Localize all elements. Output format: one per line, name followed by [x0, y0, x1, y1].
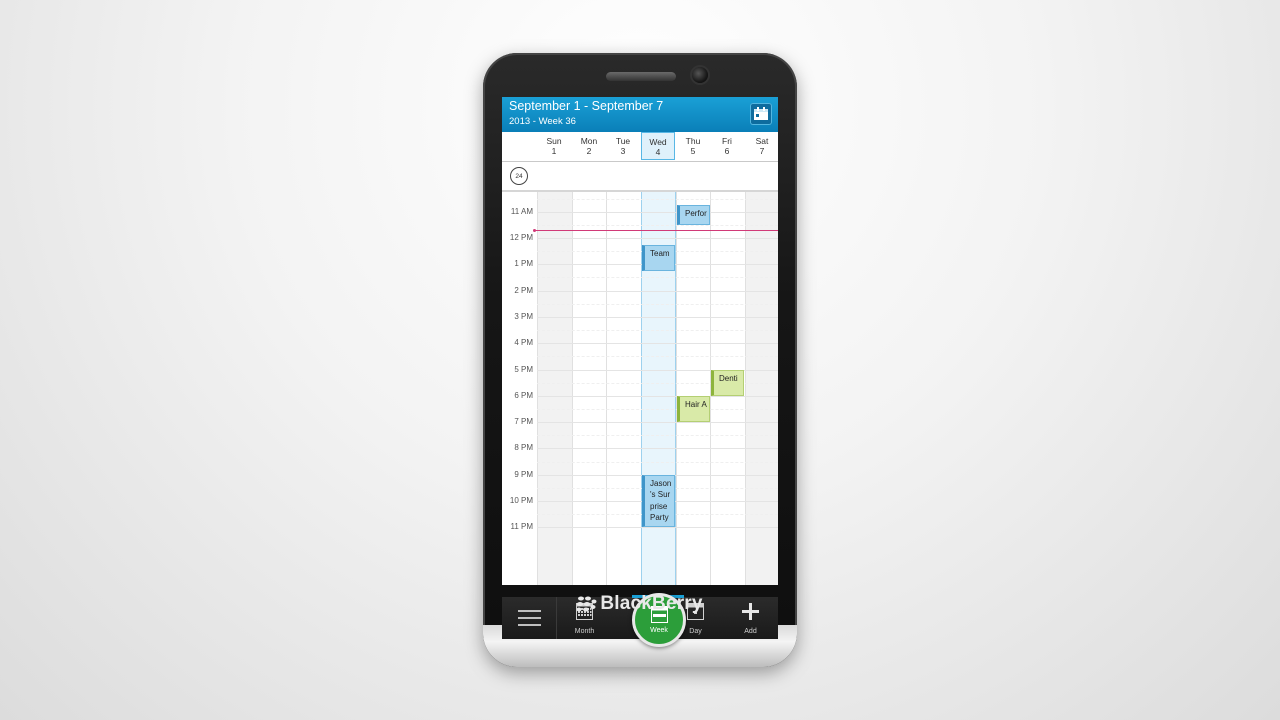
title-bar: September 1 - September 7 2013 - Week 36 — [502, 97, 778, 132]
half-hour-gridline — [537, 303, 778, 305]
calendar-event[interactable]: Perfor — [677, 205, 710, 225]
hour-gridline — [537, 422, 778, 424]
earpiece-speaker — [606, 72, 676, 81]
day-number: 6 — [724, 146, 730, 156]
day-header-fri[interactable]: Fri 6 — [710, 132, 744, 160]
front-camera — [692, 67, 708, 83]
day-number: 4 — [655, 147, 661, 157]
hour-gridline — [537, 395, 778, 397]
month-label: Month — [574, 628, 595, 635]
calendar-picker-icon — [754, 107, 768, 120]
day-number: 2 — [586, 146, 592, 156]
calendar-event[interactable]: Denti — [711, 369, 744, 396]
page-title: September 1 - September 7 — [509, 99, 664, 113]
hour-label: 11 PM — [510, 522, 533, 532]
hour-label: 10 PM — [509, 496, 533, 506]
hour-gridline — [537, 527, 778, 529]
hour-gridline — [537, 316, 778, 318]
day-header-thu[interactable]: Thu 5 — [676, 132, 710, 160]
current-time-line — [534, 230, 778, 232]
hour-label: 2 PM — [514, 285, 533, 295]
day-name: Mon — [580, 136, 598, 146]
timezone-24-icon[interactable]: 24 — [510, 167, 528, 185]
day-number: 3 — [620, 146, 626, 156]
hour-label: 6 PM — [514, 390, 533, 400]
hour-label: 5 PM — [514, 364, 533, 374]
day-header-mon[interactable]: Mon 2 — [572, 132, 606, 160]
day-name: Fri — [722, 136, 732, 146]
day-number: 1 — [551, 146, 557, 156]
day-name: Wed — [649, 137, 667, 147]
all-day-row: 24 — [502, 162, 778, 192]
hour-label: 3 PM — [514, 311, 533, 321]
half-hour-gridline — [537, 277, 778, 279]
calendar-picker-button[interactable] — [750, 103, 772, 125]
brand-name: BlackBerry — [600, 593, 703, 614]
hour-label: 9 PM — [514, 469, 533, 479]
add-label: Add — [744, 628, 757, 635]
hour-label: 8 PM — [514, 443, 533, 453]
half-hour-gridline — [537, 408, 778, 410]
current-time-dot — [533, 229, 536, 233]
blackberry-phone: September 1 - September 7 2013 - Week 36… — [483, 53, 797, 667]
menu-icon-line — [518, 624, 541, 626]
week-grid[interactable]: 11 AM 12 PM 1 PM 2 PM 3 PM 4 PM 5 PM 6 PM 7 PM 8 … — [502, 192, 778, 585]
hour-label: 11 AM — [510, 206, 533, 216]
day-number: 7 — [759, 146, 765, 156]
half-hour-gridline — [537, 356, 778, 358]
hour-label: 12 PM — [509, 233, 533, 243]
menu-icon-line — [518, 617, 541, 619]
calendar-event[interactable]: Jason 's Sur prise Party — [642, 474, 675, 528]
half-hour-gridline — [537, 224, 778, 226]
brand-logo: BlackBerry — [483, 593, 797, 615]
day-number: 5 — [690, 146, 696, 156]
hour-gridline — [537, 448, 778, 450]
half-hour-gridline — [537, 435, 778, 437]
half-hour-gridline — [537, 461, 778, 463]
hour-label: 7 PM — [514, 417, 533, 427]
day-name: Tue — [615, 136, 631, 146]
hour-gridline — [537, 290, 778, 292]
calendar-event[interactable]: Hair A — [677, 395, 710, 423]
hour-gridline — [537, 211, 778, 213]
week-day-header: Sun 1 Mon 2 Tue 3 Wed 4 Thu 5 Fri 6 Sat 7 — [502, 132, 778, 162]
day-header-sun[interactable]: Sun 1 — [537, 132, 571, 160]
page-subtitle: 2013 - Week 36 — [509, 116, 576, 127]
calendar-event[interactable]: Team — [642, 244, 675, 271]
hour-label: 4 PM — [514, 338, 533, 348]
hour-gridline — [537, 238, 778, 240]
day-header-sat[interactable]: Sat 7 — [745, 132, 778, 160]
blackberry-logo-icon — [577, 596, 597, 612]
day-name: Sat — [755, 136, 769, 146]
half-hour-gridline — [537, 198, 778, 200]
hour-gridline — [537, 343, 778, 345]
half-hour-gridline — [537, 330, 778, 332]
calendar-screen: September 1 - September 7 2013 - Week 36… — [502, 97, 778, 585]
day-name: Thu — [685, 136, 701, 146]
day-label: Day — [689, 628, 702, 635]
day-name: Sun — [546, 136, 562, 146]
day-header-tue[interactable]: Tue 3 — [606, 132, 640, 160]
day-header-wed[interactable]: Wed 4 — [641, 132, 675, 160]
hour-label: 1 PM — [514, 259, 533, 269]
